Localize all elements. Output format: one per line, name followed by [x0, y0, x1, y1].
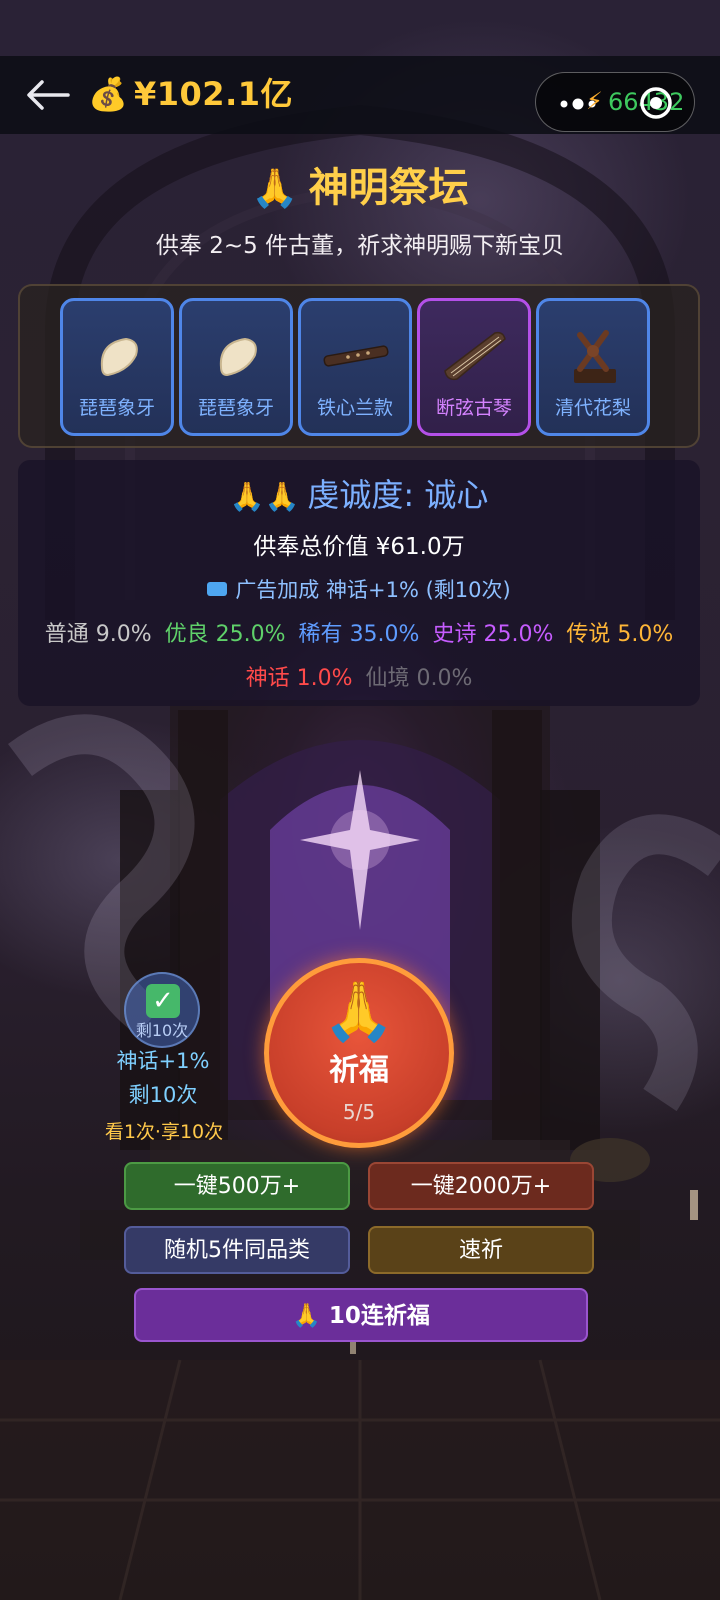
piety-level: 🙏🙏 虔诚度: 诚心 — [18, 472, 700, 520]
ad-bonus-label: 神话+1% — [116, 1049, 210, 1073]
rate-name: 传说 — [566, 622, 611, 647]
flute-icon — [323, 345, 389, 367]
praying-hands-icon: 🙏🙏 — [229, 480, 300, 513]
offering-slot-1[interactable]: 琵琶象牙 — [60, 298, 174, 436]
rate-value: 25.0% — [483, 622, 554, 647]
rate-name: 稀有 — [298, 622, 343, 647]
target-close-icon[interactable] — [638, 85, 674, 121]
altar-subtitle: 供奉 2~5 件古董，祈求神明赐下新宝贝 — [155, 233, 565, 259]
rate-value: 5.0% — [617, 622, 674, 647]
rate-value: 35.0% — [349, 622, 420, 647]
offering-slot-5[interactable]: 清代花梨 — [536, 298, 650, 436]
rarity-rates-line2: 神话 1.0% 仙境 0.0% — [18, 662, 700, 696]
info-panel: 🙏🙏 虔诚度: 诚心 供奉总价值 ¥61.0万 广告加成 神话+1% (剩10次)… — [18, 460, 700, 706]
altar-title: 🙏 神明祭坛 — [0, 160, 720, 216]
rate-name: 普通 — [44, 622, 89, 647]
praying-hands-icon: 🙏 — [251, 166, 299, 210]
one-key-2000w-button[interactable]: 一键2000万+ — [368, 1162, 594, 1210]
rate-common: 普通 9.0% — [45, 622, 152, 647]
offering-label: 琵琶象牙 — [78, 397, 155, 419]
random-five-button[interactable]: 随机5件同品类 — [124, 1226, 350, 1274]
pray-count: 5/5 — [342, 1100, 376, 1124]
offering-label: 琵琶象牙 — [197, 397, 274, 419]
mini-program-capsule: ⚡ 66432 — [535, 72, 695, 132]
offering-slot-3[interactable]: 铁心兰款 — [298, 298, 412, 436]
rate-name: 史诗 — [432, 622, 477, 647]
piety-text: 虔诚度: 诚心 — [307, 476, 489, 514]
offering-panel: 琵琶象牙 琵琶象牙 铁心兰款 断弦古琴 清代花梨 — [18, 284, 700, 448]
checkmark-icon: ✓ — [146, 984, 180, 1018]
ad-remaining-label: 剩10次 — [128, 1083, 198, 1107]
money-bag-icon: 💰 — [88, 75, 128, 113]
altar-title-text: 神明祭坛 — [308, 165, 469, 211]
offering-slot-2[interactable]: 琵琶象牙 — [179, 298, 293, 436]
offering-label: 断弦古琴 — [435, 397, 512, 419]
ten-pray-button[interactable]: 🙏 10连祈福 — [134, 1288, 588, 1342]
ad-remaining-count: 剩10次 — [135, 1021, 189, 1040]
ivory-plectrum-icon — [219, 337, 257, 377]
rate-value: 1.0% — [296, 666, 353, 691]
rate-name: 优良 — [164, 622, 209, 647]
rate-rare: 稀有 35.0% — [299, 622, 420, 647]
ad-bonus-text: 广告加成 神话+1% (剩10次) — [235, 578, 511, 602]
rate-fine: 优良 25.0% — [165, 622, 286, 647]
pray-button-label: 祈福 — [329, 1053, 389, 1088]
ad-bonus-line: 广告加成 神话+1% (剩10次) — [18, 574, 700, 606]
praying-hands-icon: 🙏 — [322, 977, 396, 1045]
pray-button[interactable]: 🙏 祈福 5/5 — [264, 958, 454, 1148]
offering-label: 铁心兰款 — [316, 397, 393, 419]
offering-slot-4[interactable]: 断弦古琴 — [417, 298, 531, 436]
rate-epic: 史诗 25.0% — [432, 622, 553, 647]
rate-value: 0.0% — [416, 666, 473, 691]
balance-value: ¥102.1亿 — [134, 75, 293, 113]
ivory-plectrum-icon — [100, 337, 138, 377]
rate-myth: 神话 1.0% — [246, 666, 353, 691]
rate-fairyland: 仙境 0.0% — [366, 666, 473, 691]
wooden-artifact-icon — [574, 330, 616, 383]
guqin-icon — [444, 331, 506, 381]
total-offering-value: 供奉总价值 ¥61.0万 — [253, 534, 465, 560]
rate-name: 神话 — [245, 666, 290, 691]
rate-legend: 传说 5.0% — [566, 622, 673, 647]
top-bar: 💰 ¥102.1亿 ⚡ 66432 — [0, 56, 720, 134]
rate-name: 仙境 — [365, 666, 410, 691]
tv-icon — [207, 582, 228, 596]
offering-label: 清代花梨 — [554, 397, 631, 419]
rate-value: 9.0% — [95, 622, 152, 647]
rarity-rates-line1: 普通 9.0% 优良 25.0% 稀有 35.0% 史诗 25.0% 传说 5.… — [18, 618, 700, 652]
one-key-500w-button[interactable]: 一键500万+ — [124, 1162, 350, 1210]
rate-value: 25.0% — [215, 622, 286, 647]
lightning-icon: ⚡ — [586, 87, 603, 115]
ad-bonus-badge[interactable]: ✓ 剩10次 — [124, 972, 200, 1048]
fast-pray-button[interactable]: 速祈 — [368, 1226, 594, 1274]
back-arrow-icon[interactable] — [24, 78, 72, 112]
watch-ad-label[interactable]: 看1次·享10次 — [84, 1118, 244, 1146]
